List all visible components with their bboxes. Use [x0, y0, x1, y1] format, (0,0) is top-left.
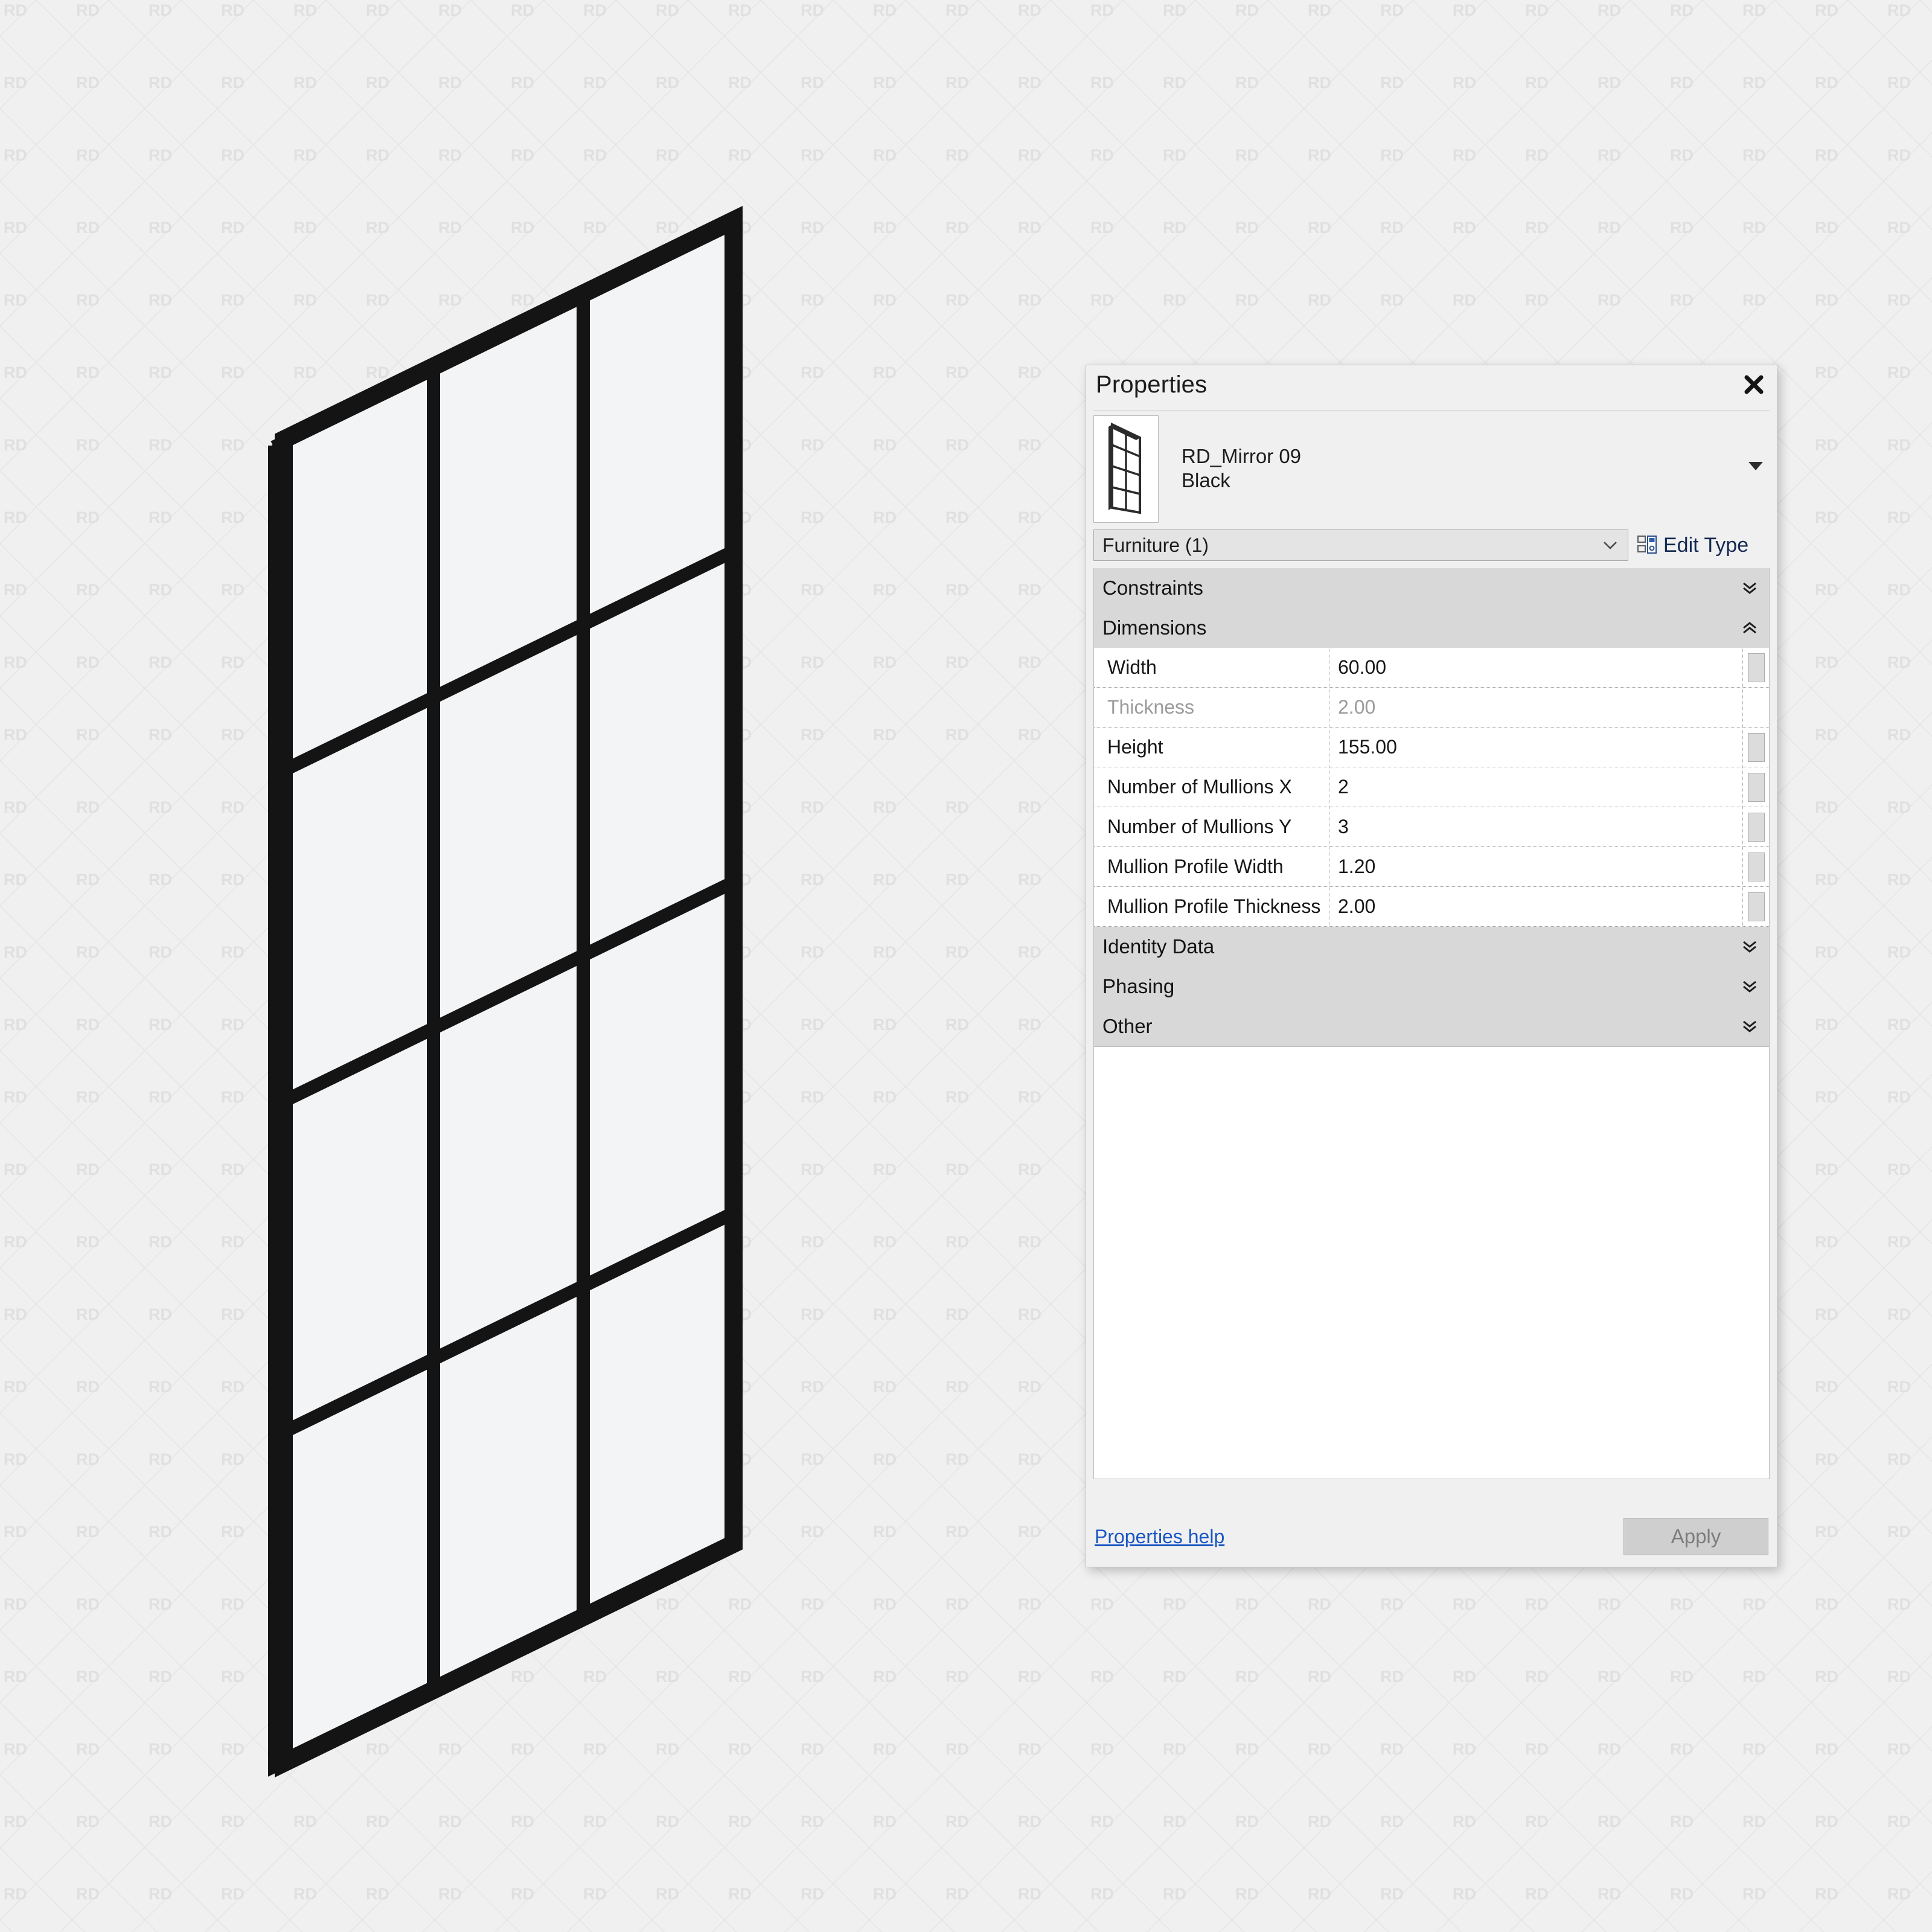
- associate-parameter-cell: [1742, 807, 1769, 846]
- parameter-group-label: Other: [1102, 1015, 1153, 1037]
- associate-parameter-button[interactable]: [1747, 732, 1765, 762]
- parameter-group-label: Dimensions: [1102, 616, 1207, 639]
- parameter-group-header[interactable]: Phasing: [1094, 967, 1769, 1006]
- family-name: RD_Mirror 09: [1182, 445, 1302, 467]
- mirror-thumbnail-glyph: [1108, 422, 1141, 514]
- parameter-name: Mullion Profile Thickness: [1094, 887, 1329, 926]
- parameter-name: Number of Mullions Y: [1094, 807, 1329, 846]
- triangle-down-glyph: [1748, 462, 1763, 470]
- parameter-name: Thickness: [1094, 688, 1329, 727]
- associate-parameter-cell: [1742, 887, 1769, 926]
- parameter-group-label: Phasing: [1102, 975, 1175, 997]
- parameter-row: Width 60.00: [1094, 648, 1769, 688]
- associate-parameter-cell: [1742, 767, 1769, 807]
- parameter-value-input[interactable]: 1.20: [1329, 847, 1742, 886]
- type-name-label: RD_Mirror 09 Black: [1182, 444, 1301, 493]
- parameter-group-header[interactable]: Other: [1094, 1006, 1769, 1046]
- parameter-group-header[interactable]: Dimensions: [1094, 608, 1769, 648]
- associate-parameter-cell: [1742, 847, 1769, 886]
- parameter-row: Mullion Profile Thickness 2.00: [1094, 887, 1769, 927]
- parameter-name: Width: [1094, 648, 1329, 687]
- associate-parameter-cell: [1742, 648, 1769, 687]
- double-chevron-up-icon: [1743, 622, 1756, 634]
- parameter-name: Height: [1094, 728, 1329, 767]
- mirror-thumbnail: [1093, 415, 1159, 523]
- page-title: Properties: [1096, 371, 1208, 398]
- parameter-value-input[interactable]: 2.00: [1329, 887, 1742, 926]
- parameter-value-input[interactable]: 2: [1329, 767, 1742, 807]
- parameter-group-header[interactable]: Identity Data: [1094, 927, 1769, 967]
- associate-parameter-cell: [1742, 728, 1769, 767]
- apply-button[interactable]: Apply: [1623, 1518, 1768, 1555]
- edit-type-label: Edit Type: [1663, 533, 1749, 557]
- triangle-down-icon[interactable]: [1744, 456, 1767, 475]
- parameter-value-input[interactable]: 60.00: [1329, 648, 1742, 687]
- properties-palette: Properties RD_Mirror 09 Black Furniture …: [1086, 365, 1777, 1567]
- category-combobox[interactable]: Furniture (1): [1093, 529, 1628, 561]
- double-chevron-down-icon: [1743, 1020, 1756, 1032]
- associate-parameter-button[interactable]: [1747, 892, 1765, 921]
- parameter-row: Mullion Profile Width 1.20: [1094, 847, 1769, 887]
- properties-help-link[interactable]: Properties help: [1095, 1526, 1224, 1548]
- parameter-value-input[interactable]: 155.00: [1329, 728, 1742, 767]
- chevron-down-icon: [1604, 542, 1617, 549]
- panel-titlebar: Properties: [1086, 365, 1777, 405]
- edit-type-button[interactable]: Edit Type: [1637, 529, 1748, 561]
- close-glyph: [1744, 375, 1764, 394]
- associate-parameter-button[interactable]: [1747, 653, 1765, 682]
- category-selected-value: Furniture (1): [1102, 534, 1209, 556]
- close-icon[interactable]: [1738, 369, 1770, 400]
- associate-parameter-button[interactable]: [1747, 772, 1765, 802]
- parameter-row: Number of Mullions Y3: [1094, 807, 1769, 847]
- parameter-value-input: 2.00: [1338, 696, 1376, 718]
- parameter-value-input[interactable]: 3: [1329, 807, 1742, 846]
- parameter-row: Height 155.00: [1094, 728, 1769, 767]
- type-selector[interactable]: RD_Mirror 09 Black: [1093, 410, 1770, 525]
- associate-parameter-button[interactable]: [1747, 852, 1765, 881]
- double-chevron-down-icon: [1743, 941, 1756, 953]
- parameter-group-header[interactable]: Constraints: [1094, 568, 1769, 608]
- double-chevron-down-icon: [1743, 980, 1756, 993]
- double-chevron-down-icon: [1743, 582, 1756, 594]
- associate-parameter-button[interactable]: [1747, 812, 1765, 842]
- parameter-group-label: Identity Data: [1102, 935, 1215, 958]
- parameter-name: Mullion Profile Width: [1094, 847, 1329, 886]
- type-variant-name: Black: [1182, 469, 1230, 492]
- edit-type-icon: [1637, 536, 1657, 554]
- parameter-row: Thickness 2.00: [1094, 688, 1769, 728]
- parameter-name: Number of Mullions X: [1094, 767, 1329, 807]
- associate-parameter-cell-empty: [1742, 688, 1769, 727]
- panel-empty-area: [1093, 1047, 1770, 1479]
- apply-button-label: Apply: [1671, 1525, 1721, 1547]
- parameter-group-label: Constraints: [1102, 577, 1203, 599]
- parameter-table: Constraints Dimensions Width 60.00 Thickness…: [1093, 568, 1770, 1047]
- panel-footer: Properties help Apply: [1086, 1506, 1777, 1567]
- parameter-row: Number of Mullions X2: [1094, 767, 1769, 807]
- category-row: Furniture (1) Edit Type: [1093, 528, 1777, 562]
